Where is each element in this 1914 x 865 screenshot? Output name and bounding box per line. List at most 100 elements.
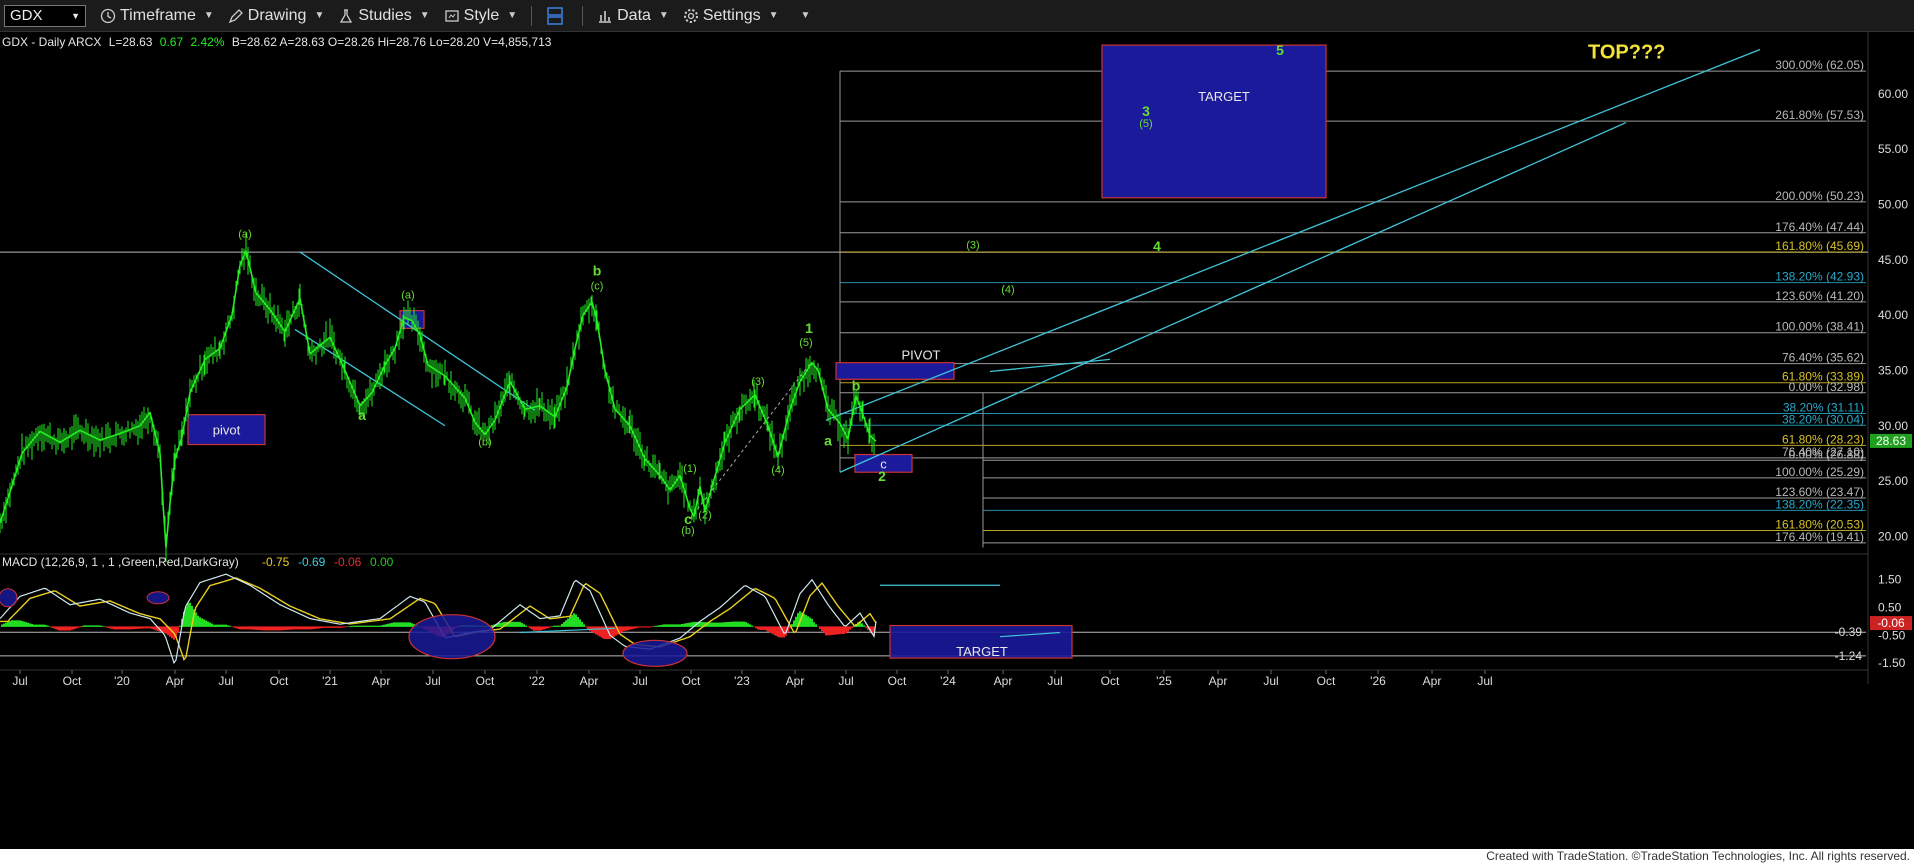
y-tick-label: 50.00 (1878, 197, 1908, 211)
y-tick-label: 45.00 (1878, 253, 1908, 267)
chevron-down-icon: ▼ (314, 10, 325, 21)
y-tick-label: 55.00 (1878, 142, 1908, 156)
header-title: GDX - Daily ARCX (2, 35, 101, 49)
chevron-down-icon: ▼ (203, 10, 214, 21)
wave-label: (3) (751, 376, 764, 388)
x-tick-label: Jul (218, 674, 233, 688)
x-tick-label: Apr (166, 674, 185, 688)
wave-label: 1 (805, 320, 813, 336)
header-last: L=28.63 (109, 35, 153, 49)
style-label: Style (463, 6, 500, 24)
macd-ellipse (408, 614, 496, 660)
x-tick-label: Jul (1047, 674, 1062, 688)
x-tick-label: Apr (580, 674, 599, 688)
studies-label: Studies (358, 6, 412, 24)
annotation-box (1101, 44, 1327, 199)
chevron-down-icon: ▼ (768, 10, 779, 21)
symbol-input[interactable]: GDX ▼ (4, 4, 86, 27)
x-tick-label: '24 (940, 674, 956, 688)
wave-label: (4) (771, 464, 784, 476)
gear-icon (683, 8, 698, 23)
wave-label: (3) (966, 240, 979, 252)
fib-label: 76.40% (35.62) (1782, 351, 1864, 365)
wave-label: a (824, 433, 832, 449)
macd-y-tick-label: -1.50 (1878, 656, 1906, 670)
timeframe-menu[interactable]: Timeframe ▼ (100, 7, 214, 25)
symbol-dropdown-icon[interactable]: ▼ (71, 11, 80, 21)
wave-label: (c) (591, 281, 604, 293)
clock-icon (100, 8, 116, 23)
macd-value: -0.06 (334, 555, 362, 569)
settings-menu[interactable]: Settings ▼ (683, 7, 779, 25)
bar-chart-icon (599, 10, 612, 23)
header-pct: 2.42% (190, 35, 224, 49)
macd-value: -0.75 (262, 555, 290, 569)
header-info: GDX - Daily ARCX L=28.63 0.67 2.42% B=28… (2, 35, 552, 49)
layout-button[interactable] (546, 6, 568, 26)
price-line (0, 250, 877, 549)
macd-last-label: -0.06 (1877, 616, 1905, 630)
x-tick-label: Apr (1423, 674, 1442, 688)
fib-levels: 300.00% (62.05) 261.80% (57.53) 200.00% (5… (839, 58, 1866, 548)
fib-label: 38.20% (30.04) (1782, 412, 1864, 426)
wave-label: (a) (401, 290, 414, 302)
axes: 60.0055.0050.0045.0040.0035.0030.0025.00… (0, 32, 1908, 688)
macd-y-tick-label: -0.50 (1878, 628, 1906, 642)
wave-labels: (a)a(a)(b)b(c)c(b)(1)(2)(3)(4)(5)1ab2(3)… (238, 41, 1665, 537)
x-tick-label: Oct (888, 674, 907, 688)
footer: Created with TradeStation. ©TradeStation… (0, 849, 1914, 865)
drawing-menu[interactable]: Drawing ▼ (228, 6, 325, 25)
chevron-down-icon: ▼ (658, 10, 669, 21)
fib-label: 100.00% (38.41) (1775, 320, 1864, 334)
fib-label: 176.40% (47.44) (1775, 220, 1864, 234)
macd-target-label: TARGET (956, 644, 1008, 659)
timeframe-label: Timeframe (120, 6, 196, 24)
y-tick-label: 40.00 (1878, 308, 1908, 322)
wave-label: (5) (1139, 118, 1152, 130)
x-tick-label: '21 (322, 674, 338, 688)
chevron-down-icon: ▼ (800, 10, 811, 21)
wave-label: b (852, 377, 861, 393)
wave-label: (2) (698, 510, 711, 522)
more-menu[interactable]: ▼ (793, 10, 811, 21)
wave-label: a (358, 407, 366, 423)
style-menu[interactable]: Style ▼ (444, 7, 517, 25)
wave-label: 4 (1153, 238, 1161, 254)
fib-label: 200.00% (50.23) (1775, 189, 1864, 203)
y-tick-label: 25.00 (1878, 474, 1908, 488)
pencil-icon (228, 8, 243, 23)
fib-label: 138.20% (22.35) (1775, 497, 1864, 511)
drawing-label: Drawing (247, 6, 307, 24)
chevron-down-icon: ▼ (419, 10, 430, 21)
studies-menu[interactable]: Studies ▼ (338, 6, 430, 25)
divider (582, 5, 584, 26)
data-menu[interactable]: Data ▼ (597, 7, 669, 25)
fib-label: 138.20% (42.93) (1775, 270, 1864, 284)
x-tick-label: '25 (1156, 674, 1172, 688)
last-price-label: 28.63 (1876, 434, 1906, 448)
channel-line (989, 358, 1111, 373)
wave-label: b (593, 262, 602, 278)
divider (531, 5, 533, 26)
macd-y-tick-label: 1.50 (1878, 573, 1902, 587)
header-rest: B=28.62 A=28.63 O=28.26 Hi=28.76 Lo=28.2… (232, 35, 552, 49)
fib-label: 100.00% (25.29) (1775, 465, 1864, 479)
macd-ellipse (0, 588, 18, 608)
fib-label: 261.80% (57.53) (1775, 108, 1864, 122)
x-tick-label: Jul (632, 674, 647, 688)
x-tick-label: Jul (1263, 674, 1278, 688)
macd-y-tick-label: 0.50 (1878, 601, 1902, 615)
box-label: pivot (213, 423, 241, 438)
box-label: PIVOT (901, 348, 940, 363)
x-tick-label: Apr (372, 674, 391, 688)
price-chart[interactable]: 60.0055.0050.0045.0040.0035.0030.0025.00… (0, 32, 1914, 849)
x-tick-label: Oct (1317, 674, 1336, 688)
x-tick-label: Apr (1209, 674, 1228, 688)
macd-ellipse (146, 591, 170, 605)
macd-ellipse (622, 639, 688, 667)
wave-label: (5) (799, 337, 812, 349)
wave-label: (4) (1001, 284, 1014, 296)
x-tick-label: '23 (734, 674, 750, 688)
macd-level-label: -1.24 (1835, 649, 1863, 663)
channel-lines (294, 48, 1761, 520)
